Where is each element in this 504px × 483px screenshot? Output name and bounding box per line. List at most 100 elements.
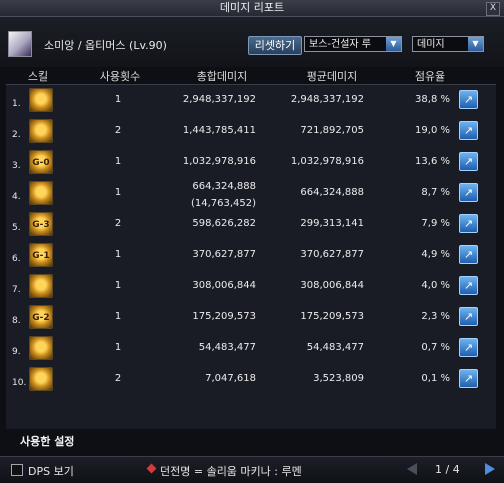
share-icon[interactable]: ↗	[459, 152, 478, 171]
report-header: 소미앙 / 옵티머스 (Lv.90) 리셋하기 보스-건설자 루 ▼ 데미지 ▼	[0, 17, 504, 67]
target-select[interactable]: 보스-건설자 루 ▼	[304, 36, 402, 52]
share-icon[interactable]: ↗	[459, 369, 478, 388]
dungeon-marker-icon	[146, 463, 157, 474]
window-title: 데미지 리포트	[219, 1, 285, 14]
close-button[interactable]: X	[486, 2, 500, 16]
row-total-damage: 2,948,337,192	[182, 94, 256, 105]
share-icon[interactable]: ↗	[459, 90, 478, 109]
share-icon[interactable]: ↗	[459, 183, 478, 202]
row-rank: 8.	[12, 316, 21, 326]
row-share: 0,7 %	[421, 342, 450, 353]
row-rank: 1.	[12, 99, 21, 109]
row-rank: 3.	[12, 161, 21, 171]
dungeon-name: 던전명 = 솔리움 마키나 : 루멘	[160, 465, 302, 478]
row-average-damage: 299,313,141	[300, 218, 364, 229]
footer-bar: DPS 보기 던전명 = 솔리움 마키나 : 루멘 1 / 4	[0, 456, 504, 483]
mode-select-value: 데미지	[417, 39, 445, 50]
row-count: 1	[114, 156, 122, 167]
row-share: 2,3 %	[421, 311, 450, 322]
table-row: 2. 2 1,443,785,411 721,892,705 19,0 % ↗	[0, 117, 504, 148]
row-average-damage: 175,209,573	[300, 311, 364, 322]
pagination: 1 / 4	[405, 461, 497, 478]
row-count: 1	[114, 280, 122, 291]
share-icon[interactable]: ↗	[459, 338, 478, 357]
prev-page-icon[interactable]	[407, 463, 417, 475]
table-row: 4. 1 664,324,888 (14,763,452) 664,324,888 8,7…	[0, 179, 504, 210]
table-row: 8. G-2 1 175,209,573 175,209,573 2,3 % ↗	[0, 303, 504, 334]
table-row: 6. G-1 1 370,627,877 370,627,877 4,9 % ↗	[0, 241, 504, 272]
share-icon[interactable]: ↗	[459, 214, 478, 233]
table-row: 9. 1 54,483,477 54,483,477 0,7 % ↗	[0, 334, 504, 365]
row-rank: 7.	[12, 285, 21, 295]
skill-icon-3: G-0	[29, 150, 53, 174]
row-share: 38,8 %	[415, 94, 450, 105]
row-total-damage: 598,626,282	[192, 218, 256, 229]
next-page-icon[interactable]	[485, 463, 495, 475]
skill-icon-5: G-3	[29, 212, 53, 236]
row-total-damage: 664,324,888	[192, 181, 256, 192]
chevron-down-icon: ▼	[386, 37, 401, 51]
skill-icon-2	[29, 119, 53, 143]
column-header-share: 점유율	[414, 70, 446, 83]
row-count: 1	[114, 187, 122, 198]
row-count: 2	[114, 218, 122, 229]
skill-icon-6: G-1	[29, 243, 53, 267]
column-header-average: 평균데미지	[306, 70, 358, 83]
row-average-damage: 664,324,888	[300, 187, 364, 198]
skill-icon-1	[29, 88, 53, 112]
row-rank: 9.	[12, 347, 21, 357]
row-average-damage: 54,483,477	[306, 342, 364, 353]
row-share: 0,1 %	[421, 373, 450, 384]
reset-button[interactable]: 리셋하기	[248, 36, 302, 55]
table-row: 10. 2 7,047,618 3,523,809 0,1 % ↗	[0, 365, 504, 396]
settings-label: 사용한 설정	[20, 435, 75, 448]
row-count: 1	[114, 94, 122, 105]
row-total-damage: 1,443,785,411	[182, 125, 256, 136]
column-header-count: 사용횟수	[99, 70, 141, 83]
share-icon[interactable]: ↗	[459, 276, 478, 295]
row-rank: 5.	[12, 223, 21, 233]
row-count: 2	[114, 373, 122, 384]
target-select-value: 보스-건설자 루	[309, 39, 371, 50]
skill-icon-10	[29, 367, 53, 391]
column-header-skill: 스킬	[27, 70, 49, 83]
row-share: 13,6 %	[415, 156, 450, 167]
mode-select[interactable]: 데미지 ▼	[412, 36, 484, 52]
row-rank: 4.	[12, 192, 21, 202]
share-icon[interactable]: ↗	[459, 245, 478, 264]
table-row: 1. 1 2,948,337,192 2,948,337,192 38,8 % ↗	[0, 86, 504, 117]
dps-checkbox[interactable]	[11, 464, 23, 476]
row-count: 2	[114, 125, 122, 136]
row-average-damage: 370,627,877	[300, 249, 364, 260]
row-rank: 2.	[12, 130, 21, 140]
character-name: 소미앙 / 옵티머스 (Lv.90)	[44, 39, 167, 52]
chevron-down-icon: ▼	[468, 37, 483, 51]
skill-icon-4	[29, 181, 53, 205]
share-icon[interactable]: ↗	[459, 121, 478, 140]
row-count: 1	[114, 342, 122, 353]
row-count: 1	[114, 311, 122, 322]
row-average-damage: 308,006,844	[300, 280, 364, 291]
row-average-damage: 1,032,978,916	[290, 156, 364, 167]
column-header-total: 총합데미지	[196, 70, 248, 83]
row-total-damage: 1,032,978,916	[182, 156, 256, 167]
table-row: 5. G-3 2 598,626,282 299,313,141 7,9 % ↗	[0, 210, 504, 241]
row-average-damage: 2,948,337,192	[290, 94, 364, 105]
row-share: 19,0 %	[415, 125, 450, 136]
row-share: 7,9 %	[421, 218, 450, 229]
skill-icon-9	[29, 336, 53, 360]
row-average-damage: 721,892,705	[300, 125, 364, 136]
row-total-damage-extra: (14,763,452)	[190, 198, 256, 209]
row-average-damage: 3,523,809	[313, 373, 364, 384]
row-rank: 6.	[12, 254, 21, 264]
row-total-damage: 308,006,844	[192, 280, 256, 291]
row-total-damage: 54,483,477	[198, 342, 256, 353]
table-row: 7. 1 308,006,844 308,006,844 4,0 % ↗	[0, 272, 504, 303]
page-indicator: 1 / 4	[435, 463, 460, 476]
share-icon[interactable]: ↗	[459, 307, 478, 326]
dps-label: DPS 보기	[28, 465, 74, 478]
row-total-damage: 175,209,573	[192, 311, 256, 322]
row-share: 4,9 %	[421, 249, 450, 260]
row-share: 8,7 %	[421, 187, 450, 198]
row-rank: 10.	[12, 378, 27, 388]
